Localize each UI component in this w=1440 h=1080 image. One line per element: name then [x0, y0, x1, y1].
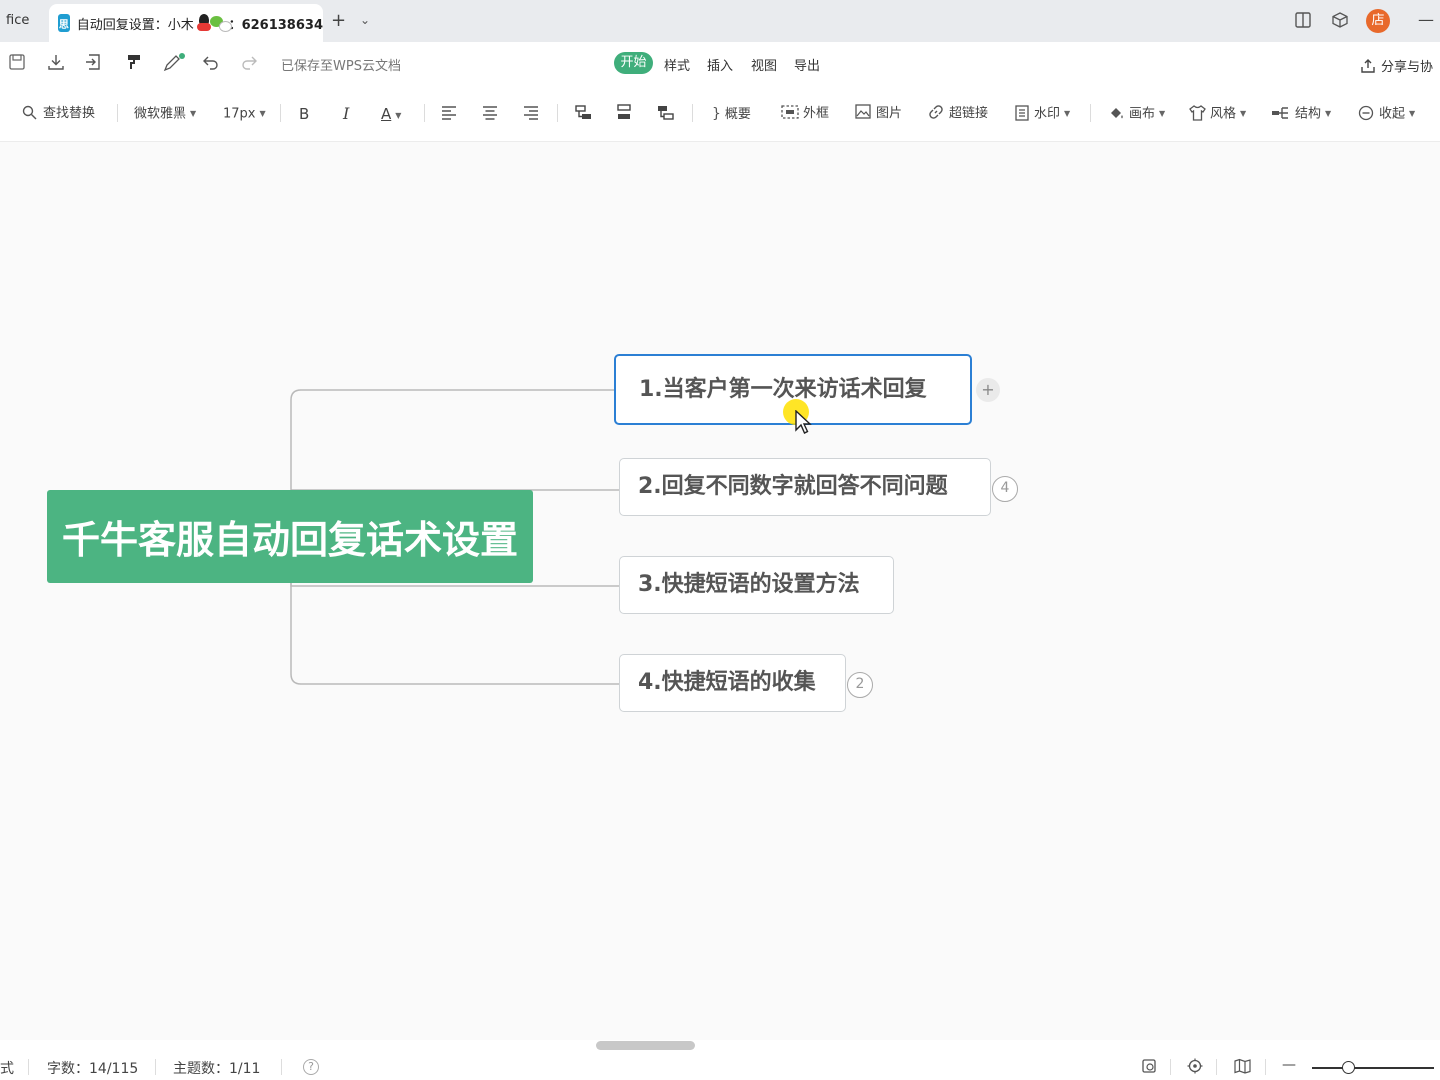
status-mode: 式 [0, 1061, 14, 1077]
topic-node-3[interactable]: 3.快捷短语的设置方法 [619, 556, 894, 614]
word-count: 字数：14/115 [47, 1061, 139, 1077]
topic-node-2[interactable]: 2.回复不同数字就回答不同问题 [619, 458, 991, 516]
zoom-slider[interactable] [1312, 1067, 1434, 1069]
topic-node-label: 2.回复不同数字就回答不同问题 [638, 474, 948, 499]
zoom-out-button[interactable]: — [1282, 1057, 1296, 1073]
status-divider [281, 1059, 282, 1075]
topic-count: 主题数：1/11 [173, 1061, 261, 1077]
zoom-slider-handle[interactable] [1342, 1061, 1355, 1074]
mouse-cursor-icon [795, 410, 812, 434]
collapsed-count-badge[interactable]: 2 [847, 672, 873, 698]
status-divider [1170, 1059, 1171, 1075]
status-divider [1216, 1059, 1217, 1075]
status-divider [155, 1059, 156, 1075]
mindmap-root-node[interactable]: 千牛客服自动回复话术设置 [47, 490, 533, 583]
status-divider [1265, 1059, 1266, 1075]
topic-node-label: 4.快捷短语的收集 [638, 670, 816, 695]
collapsed-count-badge[interactable]: 4 [992, 476, 1018, 502]
map-icon[interactable] [1234, 1058, 1251, 1078]
topic-node-4[interactable]: 4.快捷短语的收集 [619, 654, 846, 712]
topic-node-label: 1.当客户第一次来访话术回复 [639, 377, 927, 402]
history-icon[interactable] [1141, 1058, 1157, 1078]
help-icon[interactable]: ? [303, 1059, 319, 1075]
add-topic-button[interactable]: + [976, 378, 1000, 402]
horizontal-scrollbar[interactable] [596, 1041, 695, 1050]
status-divider [28, 1059, 29, 1075]
topic-node-label: 3.快捷短语的设置方法 [638, 572, 860, 597]
root-node-label: 千牛客服自动回复话术设置 [61, 518, 518, 562]
locate-icon[interactable] [1187, 1058, 1203, 1078]
